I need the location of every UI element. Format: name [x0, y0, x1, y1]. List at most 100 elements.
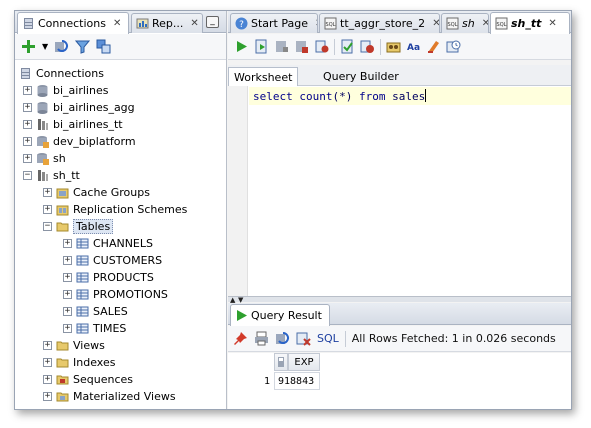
tree-cache-groups[interactable]: + Cache Groups — [43, 184, 150, 200]
cancel-icon[interactable] — [314, 39, 329, 54]
tab-sh-tt[interactable]: SQL sh_tt ✕ — [490, 12, 570, 34]
print-icon[interactable] — [254, 331, 269, 346]
filter-icon[interactable] — [75, 39, 91, 54]
expand-icon[interactable]: + — [63, 306, 72, 316]
tab-query-result[interactable]: Query Result ✕ — [230, 304, 330, 326]
expand-icon[interactable]: + — [23, 119, 32, 129]
tab-label: Worksheet — [234, 70, 293, 84]
add-connection-icon[interactable] — [21, 39, 36, 54]
tree-connection-sh[interactable]: + sh — [23, 150, 66, 166]
sql-editor[interactable]: select count(*) from sales — [228, 86, 571, 296]
tab-connections[interactable]: Connections ✕ — [17, 12, 129, 34]
sql-link[interactable]: SQL — [317, 332, 339, 345]
database-icon — [37, 84, 48, 97]
history-icon[interactable] — [446, 39, 461, 54]
tree-label: Replication Schemes — [73, 202, 188, 216]
tree-sequences[interactable]: + Sequences — [43, 371, 133, 387]
run-script-icon[interactable] — [254, 39, 269, 54]
tree-connection-dev-biplatform[interactable]: + dev_biplatform — [23, 133, 136, 149]
minimize-icon[interactable]: _ — [206, 16, 219, 28]
tab-reports[interactable]: Rep... ✕ — [131, 13, 203, 33]
expand-icon[interactable]: + — [63, 255, 72, 265]
close-icon[interactable]: ✕ — [315, 18, 317, 29]
autotrace-icon[interactable] — [360, 39, 375, 54]
explain-plan-icon[interactable] — [340, 39, 355, 54]
close-icon[interactable]: ✕ — [190, 18, 198, 29]
expand-icon[interactable]: + — [23, 85, 32, 95]
schema-browser-icon[interactable] — [96, 39, 111, 54]
tree-table-promotions[interactable]: + PROMOTIONS — [63, 286, 168, 302]
table-icon — [76, 255, 89, 265]
sql-tuning-icon[interactable] — [386, 39, 401, 54]
refresh-icon[interactable] — [54, 39, 69, 54]
tree-indexes[interactable]: + Indexes — [43, 354, 115, 370]
expand-icon[interactable]: + — [43, 391, 52, 401]
tab-worksheet[interactable]: Worksheet — [228, 67, 299, 86]
tree-root-connections[interactable]: Connections — [19, 65, 104, 81]
tree-replication-schemes[interactable]: + Replication Schemes — [43, 201, 187, 217]
collapse-icon[interactable]: − — [23, 170, 32, 180]
expand-icon[interactable]: + — [23, 153, 32, 163]
database-connected-icon — [37, 135, 49, 148]
cancel-icon[interactable] — [296, 331, 311, 346]
expand-icon[interactable]: + — [63, 272, 72, 282]
tree-label: Materialized Views — [73, 389, 176, 403]
expand-icon[interactable]: + — [23, 102, 32, 112]
grid-cell[interactable]: 918843 — [274, 372, 320, 390]
tree-label: bi_airlines_tt — [53, 117, 123, 131]
expand-icon[interactable]: + — [63, 323, 72, 333]
tree-table-times[interactable]: + TIMES — [63, 320, 126, 336]
pin-icon[interactable] — [233, 331, 248, 346]
dropdown-arrow-icon[interactable]: ▼ — [42, 42, 48, 51]
grid-sort-icon[interactable] — [274, 353, 288, 371]
close-icon[interactable]: ✕ — [482, 18, 488, 29]
tab-sh[interactable]: SQL sh ✕ — [441, 13, 489, 33]
clear-icon[interactable] — [426, 39, 441, 54]
expand-icon[interactable]: + — [43, 374, 52, 384]
uppercase-icon[interactable]: Aa — [406, 39, 421, 54]
pane-splitter[interactable]: ▲ ▼ — [228, 296, 571, 304]
tree-table-products[interactable]: + PRODUCTS — [63, 269, 154, 285]
tree-table-customers[interactable]: + CUSTOMERS — [63, 252, 162, 268]
tree-connection-sh-tt[interactable]: − sh_tt — [23, 167, 80, 183]
close-icon[interactable]: ✕ — [329, 310, 330, 321]
tree-label: Indexes — [73, 355, 116, 369]
tab-query-builder[interactable]: Query Builder — [318, 67, 404, 86]
tab-tt-aggr-store-2[interactable]: SQL tt_aggr_store_2 ✕ — [319, 13, 440, 33]
count-argument: (*) — [332, 90, 353, 103]
tree-materialized-views[interactable]: + Materialized Views — [43, 388, 176, 404]
tree-table-sales[interactable]: + SALES — [63, 303, 128, 319]
run-statement-icon[interactable] — [234, 39, 249, 54]
keyword-from: from — [359, 90, 386, 103]
tree-connection-bi-airlines-tt[interactable]: + bi_airlines_tt — [23, 116, 123, 132]
tab-label: Rep... — [152, 17, 184, 30]
column-header-exp[interactable]: EXP — [288, 353, 320, 371]
refresh-icon[interactable] — [275, 331, 290, 346]
sql-statement[interactable]: select count(*) from sales — [253, 89, 427, 103]
close-icon[interactable]: ✕ — [113, 18, 121, 29]
tab-start-page[interactable]: ? Start Page ✕ — [230, 13, 318, 33]
tree-table-channels[interactable]: + CHANNELS — [63, 235, 153, 251]
rollback-icon[interactable] — [294, 39, 309, 54]
tree-views[interactable]: + Views — [43, 337, 105, 353]
tree-connection-bi-airlines[interactable]: + bi_airlines — [23, 82, 108, 98]
expand-icon[interactable]: + — [43, 204, 52, 214]
tree-connection-bi-airlines-agg[interactable]: + bi_airlines_agg — [23, 99, 135, 115]
expand-icon[interactable]: + — [43, 340, 52, 350]
collapse-icon[interactable]: − — [43, 221, 52, 231]
tab-label: Connections — [38, 17, 106, 30]
fetch-status: All Rows Fetched: 1 in 0.026 seconds — [351, 332, 556, 345]
connections-panel: Connections ✕ Rep... ✕ _ ▼ Connections +… — [15, 11, 227, 409]
close-icon[interactable]: ✕ — [432, 18, 439, 29]
folder-icon — [56, 358, 69, 367]
tree-tables[interactable]: − Tables — [43, 218, 114, 234]
expand-icon[interactable]: + — [23, 136, 32, 146]
expand-icon[interactable]: + — [43, 357, 52, 367]
expand-icon[interactable]: + — [63, 289, 72, 299]
close-icon[interactable]: ✕ — [548, 18, 556, 29]
expand-icon[interactable]: + — [63, 238, 72, 248]
sql-developer-window: Connections ✕ Rep... ✕ _ ▼ Connections +… — [14, 10, 572, 410]
commit-icon[interactable] — [274, 39, 289, 54]
expand-icon[interactable]: + — [43, 187, 52, 197]
tree-label: sh_tt — [53, 168, 80, 182]
